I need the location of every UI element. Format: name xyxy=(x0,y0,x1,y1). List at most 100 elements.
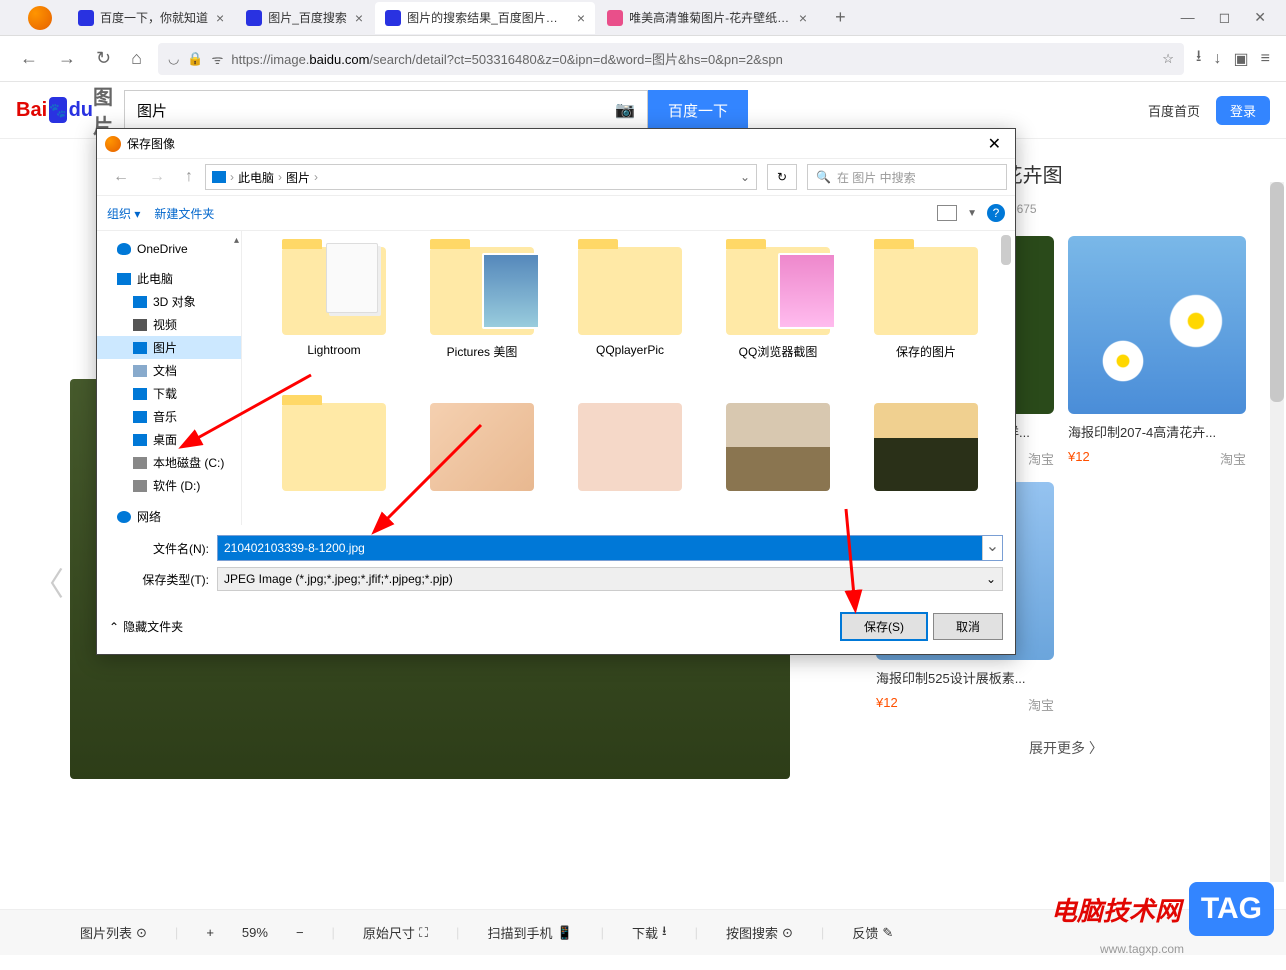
sidebar-pc[interactable]: 此电脑 xyxy=(97,267,241,290)
sidebar-downloads[interactable]: 下载 xyxy=(97,382,241,405)
filetype-select[interactable]: JPEG Image (*.jpg;*.jpeg;*.jfif;*.pjpeg;… xyxy=(217,567,1003,591)
bookmark-icon[interactable]: ☆ xyxy=(1162,51,1174,67)
close-icon[interactable]: × xyxy=(799,10,807,26)
sidebar-desktop[interactable]: 桌面 xyxy=(97,428,241,451)
home-button[interactable]: ⌂ xyxy=(127,44,146,73)
sidebar-pictures[interactable]: 图片 xyxy=(97,336,241,359)
file-item[interactable]: Pictures 美图 xyxy=(408,243,556,399)
page-scrollbar[interactable] xyxy=(1270,182,1284,882)
image-list-button[interactable]: 图片列表 ⊙ xyxy=(80,923,147,942)
organize-button[interactable]: 组织 ▾ xyxy=(107,205,140,222)
close-icon[interactable]: × xyxy=(355,10,363,26)
breadcrumb[interactable]: › 此电脑 › 图片 › ⌄ xyxy=(205,164,757,190)
sidebar-3d[interactable]: 3D 对象 xyxy=(97,290,241,313)
cube-icon xyxy=(133,296,147,308)
maximize-icon[interactable]: ◻ xyxy=(1219,9,1231,26)
chevron-down-icon[interactable]: ⌄ xyxy=(740,170,750,184)
search-button[interactable]: 百度一下 xyxy=(648,90,748,130)
scan-mobile-button[interactable]: 扫描到手机 📱 xyxy=(487,923,572,942)
chevron-down-icon[interactable]: ▼ xyxy=(967,208,977,219)
permissions-icon[interactable]: ᯤ xyxy=(212,50,224,68)
save-button[interactable]: 保存(S) xyxy=(841,613,927,640)
view-mode-button[interactable] xyxy=(937,205,957,221)
baidu-logo[interactable]: Bai🐾du图片 xyxy=(16,92,116,128)
sidebar-documents[interactable]: 文档 xyxy=(97,359,241,382)
original-size-button[interactable]: 原始尺寸 ⛶ xyxy=(363,923,428,942)
chevron-down-icon[interactable]: ⌄ xyxy=(982,536,1002,560)
file-item[interactable] xyxy=(852,399,1000,525)
login-button[interactable]: 登录 xyxy=(1216,96,1270,125)
new-tab-button[interactable]: + xyxy=(827,3,854,32)
sidebar-video[interactable]: 视频 xyxy=(97,313,241,336)
scroll-up-icon[interactable]: ▴ xyxy=(234,235,239,246)
search-input[interactable] xyxy=(125,91,603,129)
video-icon xyxy=(133,319,147,331)
sidebar-network[interactable]: 网络 xyxy=(97,505,241,525)
zoom-in-button[interactable]: + xyxy=(206,925,214,940)
file-item[interactable]: QQ浏览器截图 xyxy=(704,243,852,399)
sidebar-disk-c[interactable]: 本地磁盘 (C:) xyxy=(97,451,241,474)
dialog-search-input[interactable]: 🔍 在 图片 中搜索 xyxy=(807,164,1007,190)
refresh-button[interactable]: ↻ xyxy=(767,164,797,190)
address-bar[interactable]: ◡ 🔒 ᯤ https://image.baidu.com/search/det… xyxy=(158,43,1184,75)
hide-folders-toggle[interactable]: ⌃ 隐藏文件夹 xyxy=(109,618,183,635)
download-button[interactable]: 下载 ⭳ xyxy=(632,922,667,944)
sidebar-disk-d[interactable]: 软件 (D:) xyxy=(97,474,241,497)
search-by-image-button[interactable]: 按图搜索 ⊙ xyxy=(726,923,793,942)
forward-button[interactable]: → xyxy=(54,44,80,73)
breadcrumb-item[interactable]: 此电脑 xyxy=(238,169,274,186)
sidebar-onedrive[interactable]: OneDrive xyxy=(97,239,241,259)
close-icon[interactable]: × xyxy=(216,10,224,26)
favicon-icon xyxy=(78,10,94,26)
back-button[interactable]: ← xyxy=(16,44,42,73)
file-item[interactable]: Lightroom xyxy=(260,243,408,399)
extensions-icon[interactable]: ▣ xyxy=(1234,49,1249,69)
prev-image-button[interactable]: 〈 xyxy=(32,559,64,605)
filename-input[interactable]: 210402103339-8-1200.jpg xyxy=(218,536,982,560)
expand-more-link[interactable]: 展开更多 〉 xyxy=(876,738,1256,758)
dialog-close-button[interactable]: ✕ xyxy=(982,134,1007,154)
close-icon[interactable]: × xyxy=(577,10,585,26)
file-item[interactable] xyxy=(556,399,704,525)
shop: 淘宝 xyxy=(1028,695,1054,714)
save-page-icon[interactable]: ⭳ xyxy=(1196,45,1202,72)
pictures-icon xyxy=(133,342,147,354)
baidu-home-link[interactable]: 百度首页 xyxy=(1148,101,1200,120)
camera-icon[interactable]: 📷 xyxy=(603,100,647,120)
shield-icon[interactable]: ◡ xyxy=(168,51,179,67)
new-folder-button[interactable]: 新建文件夹 xyxy=(154,205,214,222)
breadcrumb-item[interactable]: 图片 xyxy=(286,169,310,186)
tab-1[interactable]: 图片_百度搜索 × xyxy=(236,2,373,34)
dialog-title-text: 保存图像 xyxy=(127,135,175,152)
scrollbar[interactable] xyxy=(1001,235,1011,265)
nav-forward-button[interactable]: → xyxy=(141,164,173,190)
file-item[interactable]: QQplayerPic xyxy=(556,243,704,399)
related-item[interactable]: 海报印制207-4高清花卉... ¥12淘宝 xyxy=(1068,236,1246,468)
close-window-icon[interactable]: ✕ xyxy=(1254,9,1266,26)
tab-2[interactable]: 图片的搜索结果_百度图片搜索 × xyxy=(375,2,595,34)
folder-icon xyxy=(726,247,830,335)
menu-icon[interactable]: ≡ xyxy=(1261,50,1270,68)
price: ¥12 xyxy=(876,695,898,714)
zoom-out-button[interactable]: − xyxy=(296,925,304,940)
music-icon xyxy=(133,411,147,423)
tab-0[interactable]: 百度一下，你就知道 × xyxy=(68,2,234,34)
lock-icon[interactable]: 🔒 xyxy=(187,51,203,67)
minimize-icon[interactable]: — xyxy=(1181,9,1195,26)
dialog-body: ▴ OneDrive 此电脑 3D 对象 视频 图片 文档 下载 音乐 桌面 本… xyxy=(97,231,1015,525)
file-item[interactable] xyxy=(408,399,556,525)
sidebar-music[interactable]: 音乐 xyxy=(97,405,241,428)
reload-button[interactable]: ↻ xyxy=(92,44,115,73)
price: ¥12 xyxy=(1068,449,1090,468)
file-item[interactable] xyxy=(260,399,408,525)
cancel-button[interactable]: 取消 xyxy=(933,613,1003,640)
downloads-icon[interactable]: ↓ xyxy=(1214,50,1222,68)
file-item[interactable] xyxy=(704,399,852,525)
help-icon[interactable]: ? xyxy=(987,204,1005,222)
tab-3[interactable]: 唯美高清雏菊图片-花卉壁纸-高 × xyxy=(597,2,817,34)
feedback-button[interactable]: 反馈 ✎ xyxy=(852,923,893,942)
file-item[interactable]: 保存的图片 xyxy=(852,243,1000,399)
nav-up-button[interactable]: ↑ xyxy=(177,164,201,190)
folder-icon xyxy=(578,247,682,335)
nav-back-button[interactable]: ← xyxy=(105,164,137,190)
